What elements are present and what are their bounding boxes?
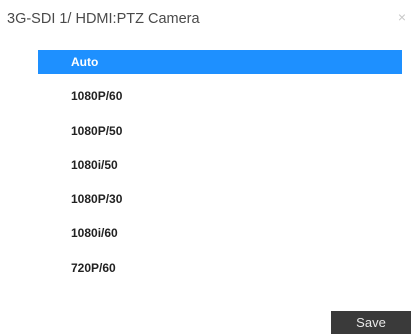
option-720p60[interactable]: 720P/60 xyxy=(38,256,402,280)
option-1080i60[interactable]: 1080i/60 xyxy=(38,221,402,245)
option-1080p50[interactable]: 1080P/50 xyxy=(38,119,402,143)
close-icon[interactable]: × xyxy=(398,10,406,24)
save-button[interactable]: Save xyxy=(331,311,411,334)
resolution-dialog: 3G-SDI 1/ HDMI:PTZ Camera × Auto 1080P/6… xyxy=(0,0,411,334)
option-auto[interactable]: Auto xyxy=(38,50,402,74)
option-1080p30[interactable]: 1080P/30 xyxy=(38,187,402,211)
resolution-option-list: Auto 1080P/60 1080P/50 1080i/50 1080P/30… xyxy=(38,50,402,290)
option-1080p60[interactable]: 1080P/60 xyxy=(38,84,402,108)
option-1080i50[interactable]: 1080i/50 xyxy=(38,153,402,177)
dialog-title: 3G-SDI 1/ HDMI:PTZ Camera xyxy=(7,11,200,27)
